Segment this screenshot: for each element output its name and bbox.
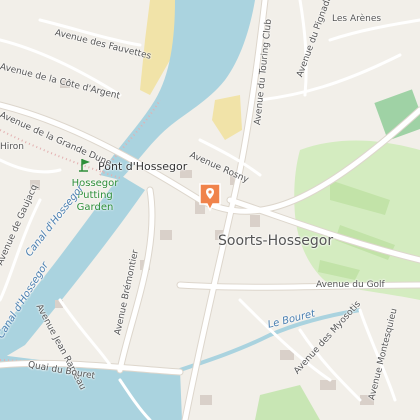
poi-label-line1: Hossegor — [71, 178, 119, 189]
place-label[interactable]: Soorts-Hossegor — [218, 233, 333, 249]
street-label[interactable]: Avenue du Golf — [316, 280, 385, 290]
street-label[interactable]: Hiron — [0, 142, 24, 152]
location-marker-icon[interactable] — [198, 182, 222, 212]
map-canvas[interactable]: Soorts-Hossegor Pont d'Hossegor Hossegor… — [0, 0, 420, 420]
street-label[interactable]: Les Arènes — [332, 14, 381, 24]
